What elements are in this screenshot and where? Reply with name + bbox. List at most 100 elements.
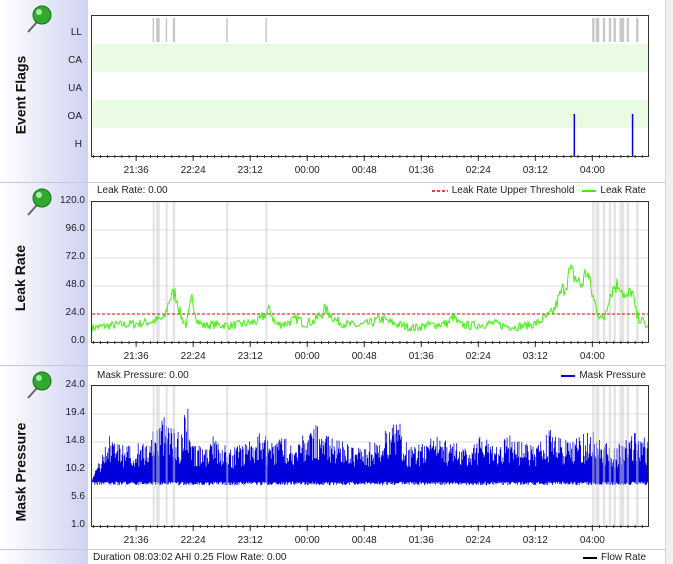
ll-event-mark <box>595 18 600 42</box>
leak-rate-info: Leak Rate: 0.00 <box>97 185 168 196</box>
pin-icon[interactable] <box>22 2 56 36</box>
leak-ll-shade <box>156 202 160 342</box>
flags-x-tick-label: 00:48 <box>351 165 377 176</box>
mask-x-tick-label: 01:36 <box>408 535 434 546</box>
pin-icon[interactable] <box>22 185 56 219</box>
leak-legend-swatch <box>582 189 597 192</box>
flow-legend-label: Flow Rate <box>600 552 646 563</box>
vertical-scrollbar[interactable] <box>665 0 673 564</box>
leak-x-tick-label: 22:24 <box>180 351 206 362</box>
mask-y-tick-label: 14.8 <box>65 435 85 446</box>
leak-ll-shade <box>602 202 606 342</box>
mask-ll-shade <box>226 386 229 526</box>
mask-ll-shade <box>619 386 625 526</box>
mask-ll-shade <box>172 386 176 526</box>
mask-x-tick-label: 02:24 <box>465 535 491 546</box>
flow-rate-legend: Flow Rate <box>582 552 646 563</box>
pin-icon[interactable] <box>22 368 56 402</box>
flags-x-tick-label: 01:36 <box>408 165 434 176</box>
mask-ll-shade <box>602 386 606 526</box>
mask-x-tick-label: 03:12 <box>522 535 548 546</box>
leak-ll-shade <box>619 202 625 342</box>
flow-rate-info: Duration 08:03:02 AHI 0.25 Flow Rate: 0.… <box>93 552 287 563</box>
mask-pressure-label: Mask Pressure <box>12 422 28 522</box>
leak-y-tick-label: 96.0 <box>65 223 85 234</box>
ll-event-mark <box>592 18 595 42</box>
mask-ll-shade <box>152 386 155 526</box>
flags-x-tick-label: 03:12 <box>522 165 548 176</box>
leak-x-tick-label: 04:00 <box>579 351 605 362</box>
ll-event-mark <box>265 18 267 42</box>
leak-y-tick-label: 48.0 <box>65 279 85 290</box>
leak-x-tick-label: 02:24 <box>465 351 491 362</box>
ll-event-mark <box>626 18 629 42</box>
ll-event-mark <box>152 18 155 42</box>
ll-event-mark <box>613 18 616 42</box>
mask-pressure-sidebar: Mask Pressure 1.0 5.6 10.2 14.8 19.4 24.0 <box>0 366 88 549</box>
mask-ll-shade <box>592 386 595 526</box>
flags-x-tick-label: 02:24 <box>465 165 491 176</box>
mask-ll-shade <box>626 386 629 526</box>
mask-y-tick-label: 19.4 <box>65 407 85 418</box>
leak-x-tick-label: 00:48 <box>351 351 377 362</box>
mask-ll-shade <box>156 386 160 526</box>
mask-pressure-line <box>92 408 648 486</box>
event-flags-plot[interactable] <box>91 15 649 157</box>
event-flags-label: Event Flags <box>12 55 28 135</box>
leak-ll-shade <box>613 202 616 342</box>
mask-ll-shade <box>636 386 639 526</box>
mask-pressure-plot[interactable] <box>91 385 649 527</box>
event-flags-sidebar: Event Flags LL CA UA OA H <box>0 0 88 182</box>
mask-pressure-info: Mask Pressure: 0.00 <box>97 370 189 381</box>
mask-ll-shade <box>265 386 268 526</box>
mask-pressure-x-axis: 21:36 22:24 23:12 00:00 00:48 01:36 02:24 03:12… <box>91 525 647 547</box>
flags-x-tick-label: 00:00 <box>294 165 320 176</box>
leak-ll-shade <box>626 202 629 342</box>
flow-rate-sidebar <box>0 550 88 564</box>
mask-y-tick-label: 1.0 <box>71 519 85 530</box>
mask-y-tick-label: 5.6 <box>71 491 85 502</box>
mask-pressure-panel: Mask Pressure 1.0 5.6 10.2 14.8 19.4 24.0 Mas… <box>0 366 666 550</box>
leak-x-tick-label: 23:12 <box>237 351 263 362</box>
ll-event-mark <box>619 18 625 42</box>
flag-label-h: H <box>74 139 82 150</box>
leak-rate-label: Leak Rate <box>12 244 28 312</box>
ll-event-mark <box>226 18 228 42</box>
leak-rate-x-axis: 21:36 22:24 23:12 00:00 00:48 01:36 02:24 03:12… <box>91 341 647 363</box>
ll-event-mark <box>156 18 160 42</box>
leak-x-tick-label: 03:12 <box>522 351 548 362</box>
event-flags-panel: Event Flags LL CA UA OA H 21:36 22:24 23:1… <box>0 0 666 183</box>
mask-x-tick-label: 00:00 <box>294 535 320 546</box>
mask-x-tick-label: 22:24 <box>180 535 206 546</box>
leak-rate-plot[interactable] <box>91 201 649 343</box>
leak-rate-panel: Leak Rate 0.0 24.0 48.0 72.0 96.0 120.0 Leak … <box>0 183 666 366</box>
flow-rate-panel: Duration 08:03:02 AHI 0.25 Flow Rate: 0.… <box>0 550 666 564</box>
flag-band-ca <box>92 44 648 72</box>
event-flags-x-axis: 21:36 22:24 23:12 00:00 00:48 01:36 02:24 03:12… <box>91 155 647 177</box>
ll-event-mark <box>636 18 639 42</box>
flag-label-oa: OA <box>67 111 82 122</box>
mask-y-tick-label: 10.2 <box>65 463 85 474</box>
leak-y-tick-label: 24.0 <box>65 307 85 318</box>
mask-x-tick-label: 00:48 <box>351 535 377 546</box>
leak-x-tick-label: 01:36 <box>408 351 434 362</box>
flag-label-ca: CA <box>68 55 82 66</box>
mask-pressure-legend: Mask Pressure <box>561 370 646 381</box>
flags-x-tick-label: 22:24 <box>180 165 206 176</box>
mask-x-tick-label: 04:00 <box>579 535 605 546</box>
flags-x-tick-label: 21:36 <box>123 165 149 176</box>
ll-event-mark <box>608 18 612 42</box>
mask-ll-shade <box>165 386 168 526</box>
threshold-legend-swatch <box>431 189 448 192</box>
leak-y-tick-label: 120.0 <box>59 195 85 206</box>
threshold-legend-label: Leak Rate Upper Threshold <box>451 185 575 196</box>
leak-ll-shade <box>165 202 168 342</box>
ll-event-mark <box>165 18 168 42</box>
flag-band-oa <box>92 100 648 128</box>
leak-ll-shade <box>172 202 176 342</box>
leak-ll-shade <box>636 202 639 342</box>
leak-ll-shade <box>592 202 595 342</box>
mask-ll-shade <box>613 386 616 526</box>
leak-ll-shade <box>608 202 612 342</box>
leak-y-tick-label: 72.0 <box>65 251 85 262</box>
